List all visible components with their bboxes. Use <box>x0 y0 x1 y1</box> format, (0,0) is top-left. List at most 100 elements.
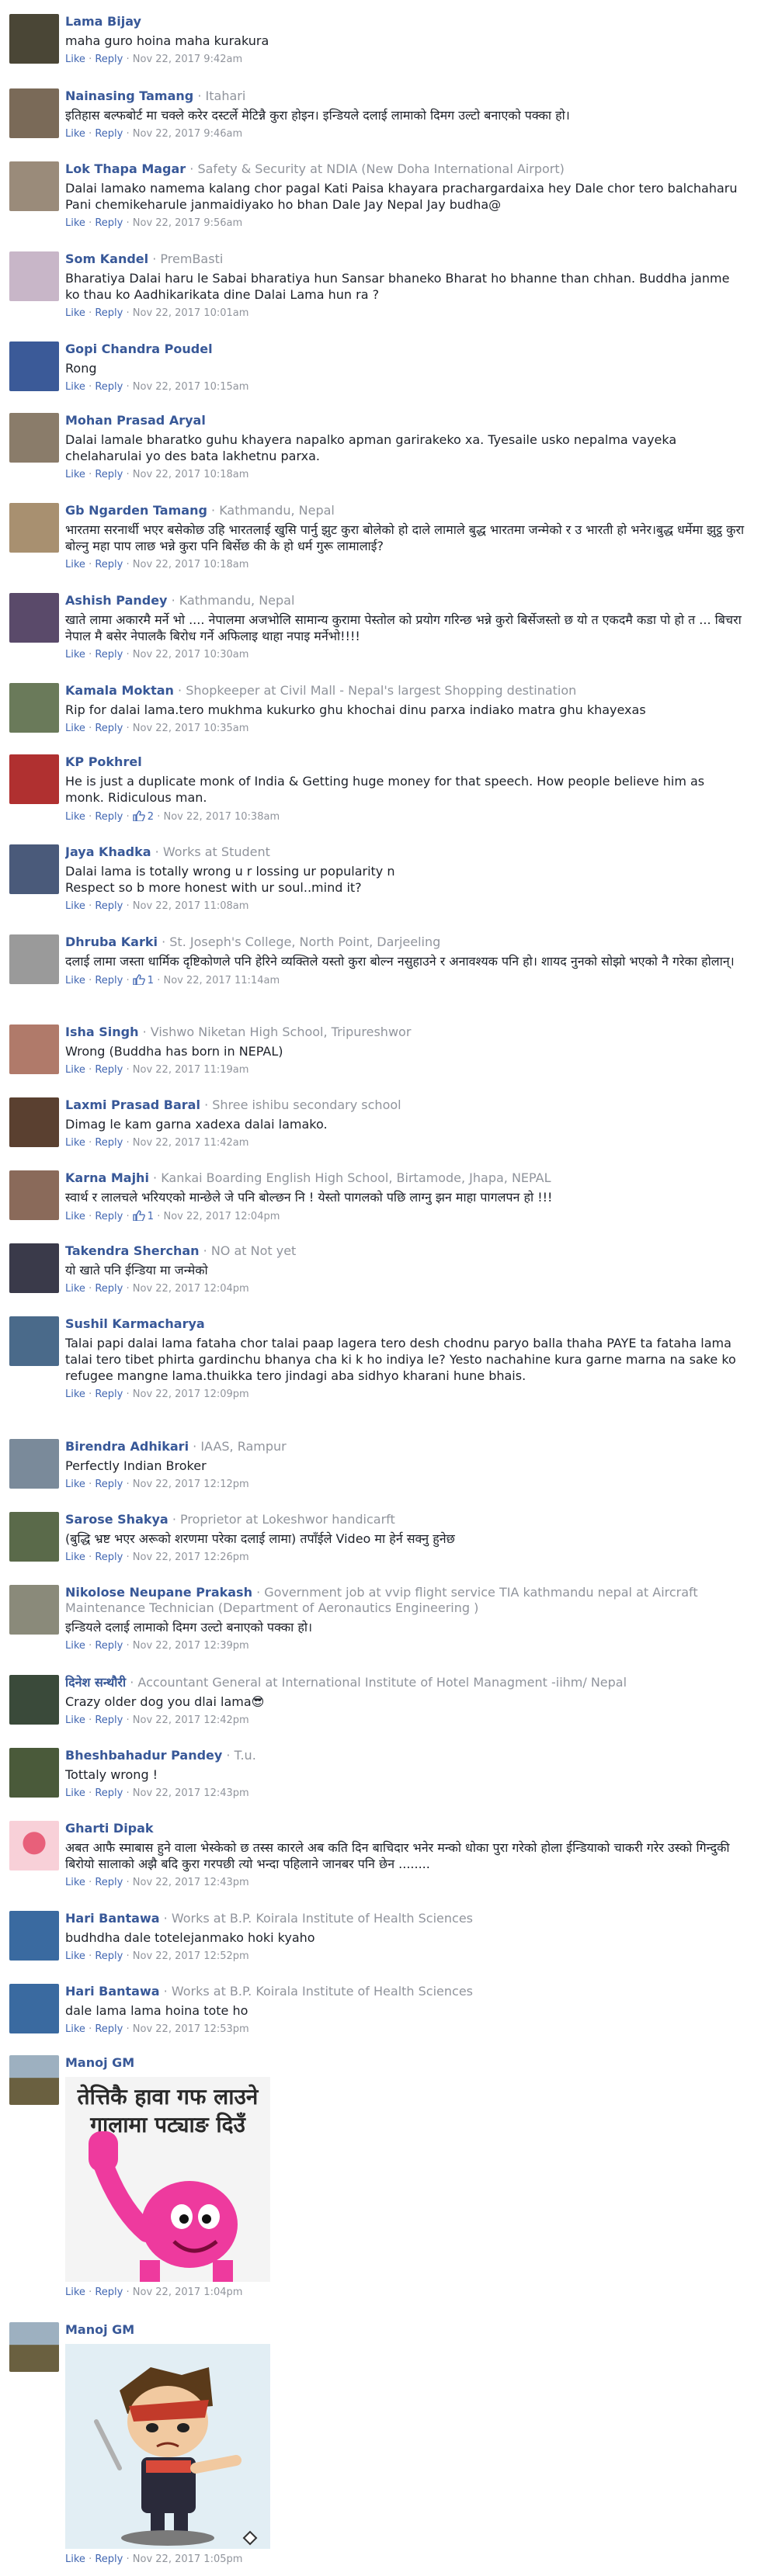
sticker-image[interactable] <box>65 2344 270 2549</box>
like-link[interactable]: Like <box>65 1640 85 1652</box>
commenter-name[interactable]: Isha Singh <box>65 1025 138 1039</box>
commenter-name[interactable]: Takendra Sherchan <box>65 1243 200 1258</box>
reply-link[interactable]: Reply <box>95 649 123 660</box>
avatar[interactable] <box>9 251 59 301</box>
commenter-name[interactable]: Nikolose Neupane Prakash <box>65 1585 252 1600</box>
avatar[interactable] <box>9 1243 59 1293</box>
commenter-name[interactable]: Gopi Chandra Poudel <box>65 342 213 356</box>
avatar[interactable] <box>9 2322 59 2372</box>
avatar[interactable] <box>9 1097 59 1147</box>
reply-link[interactable]: Reply <box>95 128 123 140</box>
commenter-name[interactable]: Lama Bijay <box>65 14 141 29</box>
reply-link[interactable]: Reply <box>95 1551 123 1563</box>
reply-link[interactable]: Reply <box>95 2553 123 2565</box>
commenter-name[interactable]: Sushil Karmacharya <box>65 1316 205 1331</box>
reply-link[interactable]: Reply <box>95 1950 123 1962</box>
reply-link[interactable]: Reply <box>95 1064 123 1076</box>
avatar[interactable] <box>9 1316 59 1366</box>
commenter-name[interactable]: Kamala Moktan <box>65 683 174 698</box>
comment-time[interactable]: Nov 22, 2017 12:53pm <box>133 2023 249 2035</box>
comment-time[interactable]: Nov 22, 2017 11:19am <box>133 1064 249 1076</box>
avatar[interactable] <box>9 503 59 553</box>
comment-time[interactable]: Nov 22, 2017 12:12pm <box>133 1479 249 1490</box>
reply-link[interactable]: Reply <box>95 1211 123 1222</box>
avatar[interactable] <box>9 683 59 733</box>
commenter-name[interactable]: Som Kandel <box>65 251 148 266</box>
comment-time[interactable]: Nov 22, 2017 12:04pm <box>133 1283 249 1295</box>
avatar[interactable] <box>9 413 59 463</box>
comment-time[interactable]: Nov 22, 2017 12:42pm <box>133 1714 249 1726</box>
commenter-name[interactable]: Nainasing Tamang <box>65 88 193 103</box>
like-link[interactable]: Like <box>65 649 85 660</box>
commenter-name[interactable]: Manoj GM <box>65 2055 134 2070</box>
comment-time[interactable]: Nov 22, 2017 12:04pm <box>163 1211 280 1222</box>
comment-time[interactable]: Nov 22, 2017 12:39pm <box>133 1640 249 1652</box>
reply-link[interactable]: Reply <box>95 559 123 570</box>
comment-time[interactable]: Nov 22, 2017 10:30am <box>133 649 249 660</box>
like-link[interactable]: Like <box>65 307 85 319</box>
reply-link[interactable]: Reply <box>95 2023 123 2035</box>
like-link[interactable]: Like <box>65 2287 85 2298</box>
comment-time[interactable]: Nov 22, 2017 11:14am <box>163 975 280 986</box>
like-count[interactable]: 1 <box>148 1211 154 1222</box>
avatar[interactable] <box>9 14 59 64</box>
like-count[interactable]: 1 <box>148 975 154 986</box>
reply-link[interactable]: Reply <box>95 217 123 229</box>
like-link[interactable]: Like <box>65 900 85 912</box>
comment-time[interactable]: Nov 22, 2017 10:35am <box>133 723 249 734</box>
comment-time[interactable]: Nov 22, 2017 12:26pm <box>133 1551 249 1563</box>
reply-link[interactable]: Reply <box>95 900 123 912</box>
avatar[interactable] <box>9 1585 59 1635</box>
reply-link[interactable]: Reply <box>95 1389 123 1400</box>
comment-time[interactable]: Nov 22, 2017 12:52pm <box>133 1950 249 1962</box>
like-link[interactable]: Like <box>65 1714 85 1726</box>
like-link[interactable]: Like <box>65 1551 85 1563</box>
like-link[interactable]: Like <box>65 128 85 140</box>
like-link[interactable]: Like <box>65 217 85 229</box>
commenter-name[interactable]: Gb Ngarden Tamang <box>65 503 207 518</box>
comment-time[interactable]: Nov 22, 2017 12:43pm <box>133 1877 249 1888</box>
commenter-name[interactable]: Lok Thapa Magar <box>65 161 186 176</box>
like-link[interactable]: Like <box>65 975 85 986</box>
like-link[interactable]: Like <box>65 1479 85 1490</box>
commenter-name[interactable]: दिनेश सन्थौरी <box>65 1675 126 1690</box>
commenter-name[interactable]: Manoj GM <box>65 2322 134 2337</box>
comment-time[interactable]: Nov 22, 2017 10:38am <box>163 811 280 823</box>
avatar[interactable] <box>9 342 59 391</box>
comment-time[interactable]: Nov 22, 2017 12:09pm <box>133 1389 249 1400</box>
comment-time[interactable]: Nov 22, 2017 1:05pm <box>133 2553 243 2565</box>
like-link[interactable]: Like <box>65 723 85 734</box>
commenter-name[interactable]: Hari Bantawa <box>65 1911 160 1926</box>
reply-link[interactable]: Reply <box>95 469 123 480</box>
reply-link[interactable]: Reply <box>95 1283 123 1295</box>
commenter-name[interactable]: Karna Majhi <box>65 1170 149 1185</box>
avatar[interactable] <box>9 1748 59 1798</box>
reply-link[interactable]: Reply <box>95 1640 123 1652</box>
comment-time[interactable]: Nov 22, 2017 11:42am <box>133 1137 249 1149</box>
commenter-name[interactable]: KP Pokhrel <box>65 754 142 769</box>
commenter-name[interactable]: Gharti Dipak <box>65 1821 154 1836</box>
reply-link[interactable]: Reply <box>95 811 123 823</box>
like-link[interactable]: Like <box>65 381 85 393</box>
avatar[interactable] <box>9 1821 59 1870</box>
avatar[interactable] <box>9 593 59 643</box>
avatar[interactable] <box>9 1512 59 1562</box>
comment-time[interactable]: Nov 22, 2017 10:01am <box>133 307 249 319</box>
avatar[interactable] <box>9 161 59 211</box>
comment-time[interactable]: Nov 22, 2017 10:18am <box>133 469 249 480</box>
commenter-name[interactable]: Hari Bantawa <box>65 1984 160 1999</box>
commenter-name[interactable]: Laxmi Prasad Baral <box>65 1097 200 1112</box>
avatar[interactable] <box>9 844 59 894</box>
comment-time[interactable]: Nov 22, 2017 12:43pm <box>133 1787 249 1799</box>
like-link[interactable]: Like <box>65 1389 85 1400</box>
comment-time[interactable]: Nov 22, 2017 10:15am <box>133 381 249 393</box>
like-link[interactable]: Like <box>65 2023 85 2035</box>
sticker-image[interactable]: तेत्तिकै हावा गफ लाउने गालामा पट्याङ दिउ… <box>65 2077 270 2282</box>
commenter-name[interactable]: Mohan Prasad Aryal <box>65 413 206 428</box>
like-link[interactable]: Like <box>65 1787 85 1799</box>
reply-link[interactable]: Reply <box>95 381 123 393</box>
reply-link[interactable]: Reply <box>95 54 123 65</box>
like-link[interactable]: Like <box>65 469 85 480</box>
comment-time[interactable]: Nov 22, 2017 10:18am <box>133 559 249 570</box>
comment-time[interactable]: Nov 22, 2017 11:08am <box>133 900 249 912</box>
